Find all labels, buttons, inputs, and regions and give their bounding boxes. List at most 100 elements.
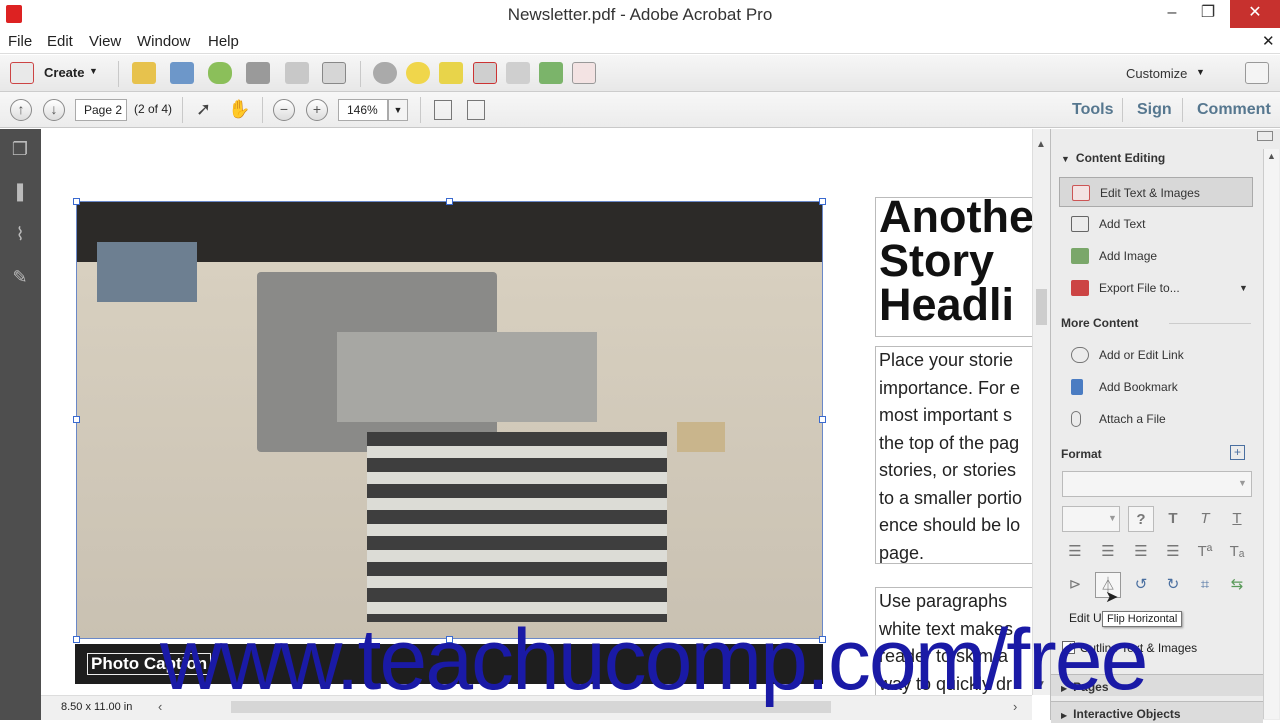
menu-help[interactable]: Help [208, 33, 239, 50]
menu-close-x[interactable]: ✕ [1262, 32, 1275, 50]
underline-icon[interactable]: T [1224, 506, 1250, 532]
font-help-icon[interactable]: ? [1128, 506, 1154, 532]
previous-page-button[interactable]: ↑ [10, 99, 32, 121]
body-line: stories, or stories [879, 460, 1017, 480]
export-file-item[interactable]: Export File to... ▼ [1059, 273, 1253, 303]
page-number-input[interactable]: Page 2 [75, 99, 127, 121]
add-edit-link-item[interactable]: Add or Edit Link [1059, 340, 1253, 370]
crop-icon[interactable]: ⌗ [1192, 572, 1218, 598]
next-page-button[interactable]: ↓ [43, 99, 65, 121]
pane-scrollbar[interactable]: ▲ [1263, 149, 1279, 719]
zoom-in-button[interactable]: + [306, 99, 328, 121]
fit-page-icon[interactable] [434, 100, 452, 120]
edit-text-images-icon[interactable] [572, 62, 596, 84]
edit-document-icon[interactable] [285, 62, 309, 84]
menu-view[interactable]: View [89, 33, 121, 50]
create-icon[interactable] [10, 62, 34, 84]
expand-icon[interactable] [1245, 62, 1269, 84]
print-icon[interactable] [246, 62, 270, 84]
bold-icon[interactable]: T [1160, 506, 1186, 532]
flip-vertical-icon[interactable]: ⊳ [1062, 572, 1088, 598]
redact-icon[interactable] [473, 62, 497, 84]
select-cursor-icon[interactable]: ➚ [196, 99, 211, 120]
add-image-item[interactable]: Add Image [1059, 241, 1253, 271]
align-right-icon[interactable]: ☰ [1128, 539, 1154, 565]
close-button[interactable]: ✕ [1230, 0, 1280, 28]
body-line: to a smaller portio [879, 487, 1023, 508]
font-size-field[interactable]: ▼ [1062, 506, 1120, 532]
replace-image-icon[interactable]: ⇆ [1224, 572, 1250, 598]
add-text-label: Add Text [1099, 217, 1146, 231]
body-line: page. [879, 542, 925, 563]
rotate-left-icon[interactable]: ↺ [1128, 572, 1154, 598]
create-button[interactable]: Create [44, 65, 84, 80]
font-dropdown-icon: ▼ [1238, 478, 1247, 488]
content-editing-header[interactable]: ▼ Content Editing [1061, 151, 1165, 165]
page-size-label: 8.50 x 11.00 in [61, 701, 133, 713]
align-left-icon[interactable]: ☰ [1062, 539, 1088, 565]
add-text-icon [1071, 216, 1089, 232]
save-icon[interactable] [170, 62, 194, 84]
edit-text-images-item[interactable]: Edit Text & Images [1059, 177, 1253, 207]
customize-chevron-icon[interactable]: ▼ [1196, 67, 1205, 77]
tab-tools[interactable]: Tools [1072, 101, 1113, 119]
highlight-icon[interactable] [439, 62, 463, 84]
story-headline[interactable]: Anothe Story Headli [875, 197, 1032, 337]
settings-gear-icon[interactable] [373, 62, 397, 84]
tab-comment[interactable]: Comment [1197, 101, 1271, 119]
link-icon [1071, 347, 1089, 363]
email-icon[interactable] [322, 62, 346, 84]
scroll-up-icon[interactable]: ▲ [1036, 139, 1046, 150]
comment-bubble-icon[interactable] [406, 62, 430, 84]
align-center-icon[interactable]: ☰ [1095, 539, 1121, 565]
add-bookmark-label: Add Bookmark [1099, 380, 1178, 394]
signatures-icon[interactable]: ✎ [9, 267, 31, 289]
format-header: Format [1061, 447, 1102, 461]
photo-image[interactable] [76, 201, 823, 639]
zoom-input[interactable]: 146% [338, 99, 388, 121]
zoom-dropdown-icon[interactable]: ▼ [388, 99, 408, 121]
create-dropdown-icon[interactable]: ▼ [89, 66, 98, 76]
menu-file[interactable]: File [8, 33, 32, 50]
body-line: ence should be lo [879, 515, 1021, 535]
paperclip-icon [1071, 411, 1081, 427]
headline-line: Story [879, 235, 995, 286]
rotate-right-icon[interactable]: ↻ [1160, 572, 1186, 598]
full-screen-icon[interactable] [467, 100, 485, 120]
bookmarks-icon[interactable]: ❚ [9, 181, 31, 203]
export-dropdown-icon[interactable]: ▼ [1239, 273, 1248, 303]
add-bookmark-item[interactable]: Add Bookmark [1059, 372, 1253, 402]
page-thumbnails-icon[interactable]: ❐ [9, 139, 31, 161]
menu-edit[interactable]: Edit [47, 33, 73, 50]
add-text-item[interactable]: Add Text [1059, 209, 1253, 239]
add-image-icon [1071, 248, 1089, 264]
story-body-text[interactable]: Place your storie importance. For e most… [875, 346, 1032, 564]
open-folder-icon[interactable] [132, 62, 156, 84]
pane-options-icon[interactable] [1257, 131, 1273, 141]
menu-bar: File Edit View Window Help ✕ [0, 30, 1280, 54]
customize-dropdown[interactable]: Customize [1126, 66, 1187, 81]
attach-file-item[interactable]: Attach a File [1059, 404, 1253, 434]
protect-icon[interactable] [506, 62, 530, 84]
italic-icon[interactable]: T [1192, 506, 1218, 532]
hand-tool-icon[interactable]: ✋ [228, 99, 250, 120]
export-file-icon [1071, 280, 1089, 296]
superscript-icon[interactable]: Tª [1192, 539, 1218, 565]
main-toolbar: Create ▼ Customize ▼ [0, 55, 1280, 92]
navigation-toolbar: ↑ ↓ Page 2 (2 of 4) ➚ ✋ − + 146% ▼ Tools… [0, 92, 1280, 128]
headline-line: Anothe [879, 197, 1032, 242]
scroll-thumb[interactable] [1036, 289, 1047, 325]
zoom-out-button[interactable]: − [273, 99, 295, 121]
minimize-button[interactable]: – [1154, 0, 1190, 28]
tab-sign[interactable]: Sign [1137, 101, 1172, 119]
upload-icon[interactable] [208, 62, 232, 84]
attachments-icon[interactable]: ⌇ [9, 224, 31, 246]
subscript-icon[interactable]: Tₐ [1224, 539, 1250, 565]
maximize-button[interactable]: ❐ [1190, 0, 1226, 28]
content-editing-label: Content Editing [1075, 151, 1166, 165]
export-icon[interactable] [539, 62, 563, 84]
format-add-icon[interactable]: + [1230, 445, 1245, 460]
font-dropdown[interactable]: ▼ [1062, 471, 1252, 497]
menu-window[interactable]: Window [137, 33, 190, 50]
justify-icon[interactable]: ☰ [1160, 539, 1186, 565]
